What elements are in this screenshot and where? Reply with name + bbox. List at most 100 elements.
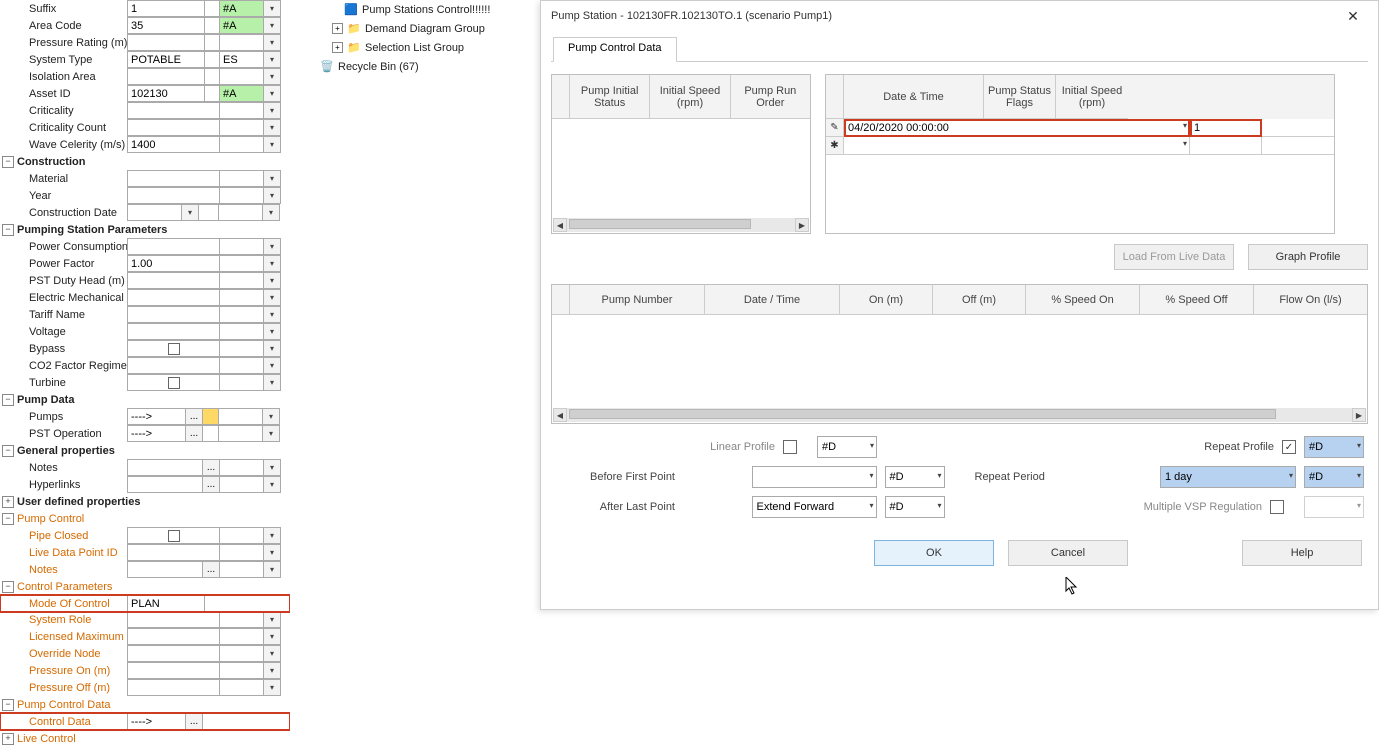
dropdown-icon[interactable]: ▾ [263, 408, 280, 425]
ellipsis-button[interactable]: ... [203, 561, 220, 578]
collapse-icon[interactable]: − [2, 394, 14, 406]
dropdown-icon[interactable]: ▾ [264, 102, 281, 119]
dropdown-icon[interactable]: ▾ [264, 459, 281, 476]
crit-flag[interactable] [220, 102, 264, 119]
dropdown-icon[interactable]: ▾ [869, 501, 873, 510]
dropdown-icon[interactable]: ▾ [870, 441, 874, 450]
wave-flag[interactable] [220, 136, 264, 153]
prate-flag[interactable] [220, 34, 264, 51]
initial-speed-cell[interactable] [1262, 119, 1334, 137]
wave-value[interactable]: 1400 [127, 136, 220, 153]
collapse-icon[interactable]: − [2, 156, 14, 168]
ctrldata-value[interactable]: ----> [127, 713, 186, 730]
scroll-left-icon[interactable]: ◀ [553, 218, 567, 232]
dropdown-icon[interactable]: ▾ [264, 136, 281, 153]
dropdown-icon[interactable]: ▾ [264, 561, 281, 578]
tree-demand[interactable]: Demand Diagram Group [365, 23, 485, 35]
iso-flag[interactable] [220, 68, 264, 85]
ellipsis-button[interactable]: ... [186, 408, 203, 425]
pump-profile-grid[interactable]: Pump Number Date / Time On (m) Off (m) %… [551, 284, 1368, 424]
tree-pump-stations[interactable]: Pump Stations Control!!!!!! [362, 4, 490, 16]
dropdown-icon[interactable]: ▾ [264, 340, 281, 357]
cancel-button[interactable]: Cancel [1008, 540, 1128, 566]
dropdown-icon[interactable]: ▾ [263, 425, 280, 442]
dropdown-icon[interactable]: ▾ [264, 255, 281, 272]
repeat-period-flag[interactable]: #D▾ [1304, 466, 1364, 488]
dropdown-icon[interactable]: ▾ [1289, 471, 1293, 480]
ellipsis-button[interactable]: ... [203, 476, 220, 493]
dropdown-icon[interactable]: ▾ [264, 357, 281, 374]
prate-value[interactable] [127, 34, 205, 51]
asset-flag[interactable]: #A [220, 85, 264, 102]
dropdown-icon[interactable]: ▾ [937, 471, 941, 480]
ellipsis-button[interactable]: ... [186, 425, 203, 442]
help-button[interactable]: Help [1242, 540, 1362, 566]
collapse-icon[interactable]: − [2, 513, 14, 525]
collapse-icon[interactable]: − [2, 224, 14, 236]
tree-selection[interactable]: Selection List Group [365, 42, 464, 54]
systype-value[interactable]: POTABLE [127, 51, 205, 68]
dropdown-icon[interactable]: ▾ [1183, 139, 1187, 148]
dropdown-icon[interactable]: ▾ [264, 51, 281, 68]
dropdown-icon[interactable]: ▾ [264, 187, 281, 204]
dropdown-icon[interactable]: ▾ [264, 645, 281, 662]
dropdown-icon[interactable]: ▾ [869, 471, 873, 480]
dropdown-icon[interactable]: ▾ [1183, 121, 1187, 130]
dropdown-icon[interactable]: ▾ [264, 119, 281, 136]
dropdown-icon[interactable]: ▾ [264, 272, 281, 289]
dropdown-icon[interactable]: ▾ [264, 323, 281, 340]
repeat-period-select[interactable]: 1 day▾ [1160, 466, 1296, 488]
dropdown-icon[interactable]: ▾ [264, 238, 281, 255]
after-last-point-select[interactable]: Extend Forward▾ [752, 496, 877, 518]
dropdown-icon[interactable]: ▾ [263, 204, 280, 221]
suffix-flag[interactable]: #A [220, 0, 264, 17]
dropdown-icon[interactable]: ▾ [264, 628, 281, 645]
after-last-point-flag[interactable]: #D▾ [885, 496, 945, 518]
dropdown-icon[interactable]: ▾ [182, 204, 199, 221]
graph-profile-button[interactable]: Graph Profile [1248, 244, 1368, 270]
dropdown-icon[interactable]: ▾ [264, 374, 281, 391]
dropdown-icon[interactable]: ▾ [1357, 441, 1361, 450]
dropdown-icon[interactable]: ▾ [264, 289, 281, 306]
before-first-point-flag[interactable]: #D▾ [885, 466, 945, 488]
iso-value[interactable] [127, 68, 205, 85]
bypass-checkbox[interactable] [168, 343, 180, 355]
scroll-left-icon[interactable]: ◀ [553, 408, 567, 422]
dropdown-icon[interactable]: ▾ [264, 527, 281, 544]
pipe-checkbox[interactable] [168, 530, 180, 542]
dropdown-icon[interactable]: ▾ [264, 68, 281, 85]
ellipsis-button[interactable]: ... [203, 459, 220, 476]
repeat-profile-flag[interactable]: #D▾ [1304, 436, 1364, 458]
expand-icon[interactable]: + [2, 733, 14, 745]
expand-icon[interactable]: + [332, 23, 343, 34]
ok-button[interactable]: OK [874, 540, 994, 566]
dropdown-icon[interactable]: ▾ [264, 85, 281, 102]
dropdown-icon[interactable]: ▾ [264, 611, 281, 628]
tab-pump-control-data[interactable]: Pump Control Data [553, 37, 677, 62]
mvsp-checkbox[interactable] [1270, 500, 1284, 514]
scroll-right-icon[interactable]: ▶ [1352, 408, 1366, 422]
systype-flag[interactable]: ES [220, 51, 264, 68]
dropdown-icon[interactable]: ▾ [264, 662, 281, 679]
dropdown-icon[interactable]: ▾ [937, 501, 941, 510]
schedule-grid[interactable]: Date & Time Pump Status Flags Initial Sp… [825, 74, 1335, 234]
dropdown-icon[interactable]: ▾ [1357, 471, 1361, 480]
horizontal-scrollbar[interactable]: ◀ ▶ [553, 408, 1366, 422]
linear-profile-checkbox[interactable] [783, 440, 797, 454]
pump-status-flags-cell[interactable]: 1 [1190, 119, 1262, 137]
critc-flag[interactable] [220, 119, 264, 136]
suffix-value[interactable]: 1 [127, 0, 205, 17]
mode-value[interactable]: PLAN [127, 595, 205, 612]
dropdown-icon[interactable]: ▾ [264, 0, 281, 17]
edit-row-icon[interactable]: ✎ [826, 119, 844, 137]
new-row-icon[interactable]: ✱ [826, 137, 844, 155]
scroll-right-icon[interactable]: ▶ [795, 218, 809, 232]
critc-value[interactable] [127, 119, 220, 136]
linear-profile-flag[interactable]: #D▾ [817, 436, 877, 458]
crit-value[interactable] [127, 102, 220, 119]
repeat-profile-checkbox[interactable]: ✓ [1282, 440, 1296, 454]
dropdown-icon[interactable]: ▾ [264, 17, 281, 34]
dropdown-icon[interactable]: ▾ [264, 34, 281, 51]
expand-icon[interactable]: + [2, 496, 14, 508]
collapse-icon[interactable]: − [2, 581, 14, 593]
